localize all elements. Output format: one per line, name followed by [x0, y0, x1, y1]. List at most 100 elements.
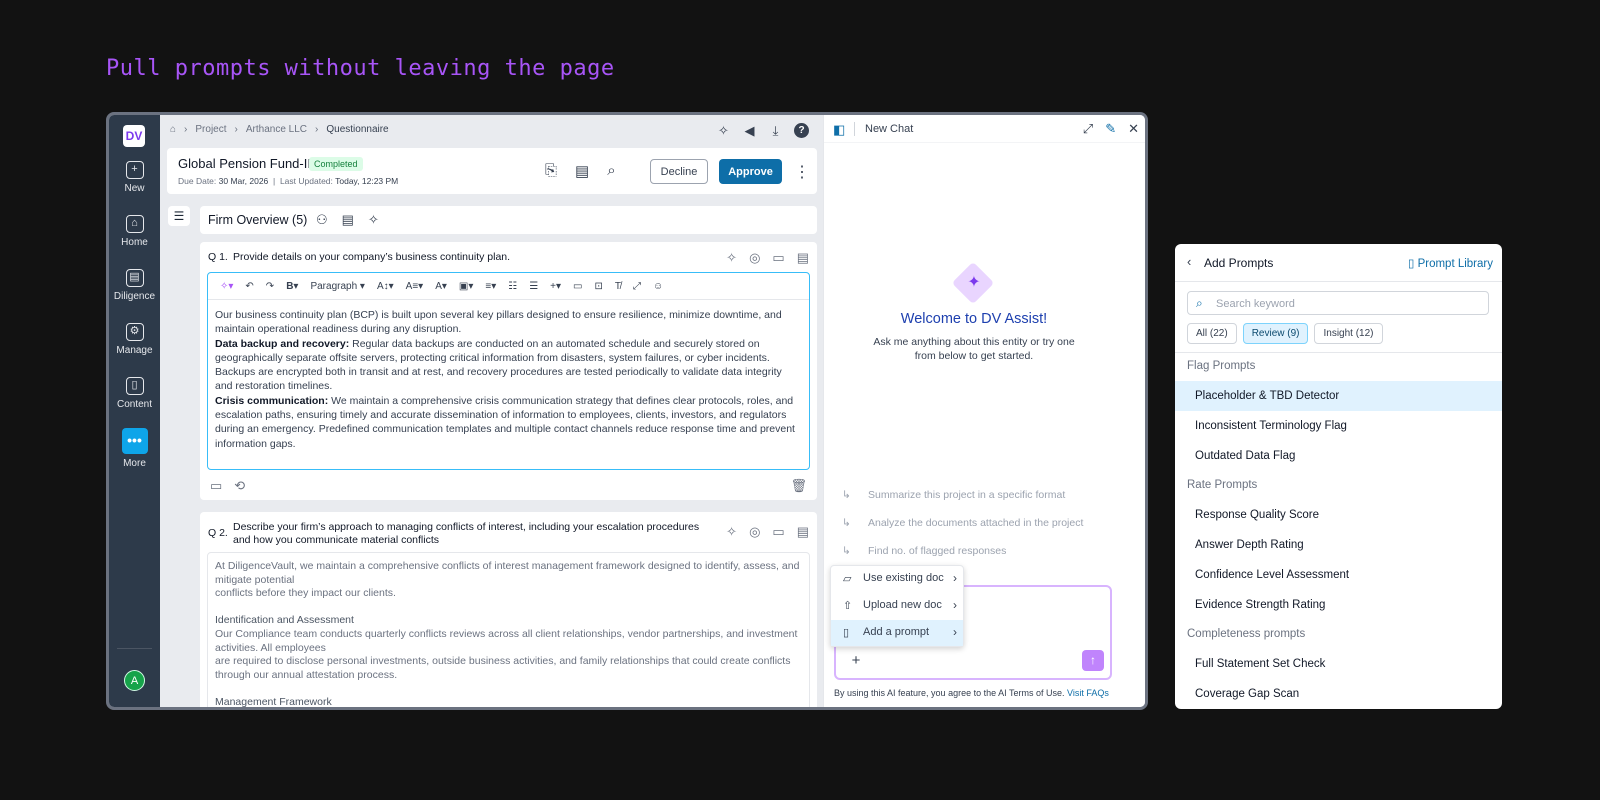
text-color-icon[interactable]: A▾ [435, 281, 447, 292]
feedback-icon[interactable]: ✎ [1105, 121, 1116, 137]
search-input[interactable] [1216, 295, 1476, 312]
prompt-item[interactable]: Full Statement Set Check [1175, 649, 1502, 679]
redo-icon[interactable]: ↷ [266, 281, 274, 292]
numbered-list-icon[interactable]: ☰ [529, 281, 538, 292]
prompt-item[interactable]: Answer Depth Rating [1175, 530, 1502, 560]
note-icon[interactable]: ▤ [797, 524, 809, 540]
answer-label-backup: Data backup and recovery: [215, 337, 350, 350]
help-icon[interactable]: ? [794, 123, 809, 138]
align-icon[interactable]: ≡▾ [485, 281, 496, 292]
answer-text[interactable]: At DiligenceVault, we maintain a compreh… [207, 552, 810, 707]
chip-all[interactable]: All (22) [1187, 323, 1237, 344]
question-number: Q 1. [208, 251, 228, 263]
bold-icon[interactable]: B▾ [286, 281, 298, 292]
approve-button[interactable]: Approve [719, 159, 782, 184]
outline-toggle-icon[interactable]: ☰ [168, 206, 190, 226]
notes-icon[interactable]: ▤ [342, 212, 354, 228]
app-logo[interactable]: DV [123, 125, 145, 147]
rail-item-new[interactable]: + New [109, 161, 160, 194]
paragraph-select[interactable]: Paragraph ▾ [310, 281, 365, 292]
more-icon: ••• [121, 428, 148, 454]
home-icon[interactable]: ⌂ [170, 124, 176, 135]
fullscreen-icon[interactable]: ⤢ [633, 281, 641, 292]
embed-icon[interactable]: ⊡ [594, 281, 602, 292]
ai-document-icon[interactable]: ⎘ [545, 162, 557, 180]
rail-item-diligence[interactable]: ▤ Diligence [109, 269, 160, 302]
trash-icon[interactable]: 🗑 [790, 478, 807, 494]
note-icon[interactable]: ▤ [797, 250, 809, 266]
font-size-icon[interactable]: A↕▾ [377, 281, 394, 292]
chip-review[interactable]: Review (9) [1242, 323, 1309, 344]
insert-icon[interactable]: +▾ [550, 281, 561, 292]
prompt-item[interactable]: Response Quality Score [1175, 500, 1502, 530]
rail-item-content[interactable]: ▯ Content [109, 377, 160, 410]
clear-format-icon[interactable]: T̸ [615, 281, 621, 292]
notes-icon[interactable]: ▤ [575, 162, 589, 180]
question-actions: ✧ ◎ ▭ ▤ [726, 250, 809, 266]
ai-sparkle-icon[interactable]: ✧ [726, 250, 737, 266]
accessibility-icon[interactable]: ☺ [653, 281, 663, 292]
menu-item-upload-new-doc[interactable]: ⇧ Upload new doc › [831, 593, 963, 619]
decline-button[interactable]: Decline [650, 159, 708, 184]
prompt-item[interactable]: Confidence Level Assessment [1175, 560, 1502, 590]
prompt-item[interactable]: Inconsistent Terminology Flag [1175, 411, 1502, 441]
avatar[interactable]: A [124, 670, 145, 691]
kebab-menu-icon[interactable]: ⋮ [794, 162, 810, 182]
ai-sparkle-icon[interactable]: ✧▾ [220, 281, 233, 292]
announcement-icon[interactable]: ◀ [742, 123, 757, 138]
editor-toolbar: ✧▾ ↶ ↷ B▾ Paragraph ▾ A↕▾ A≡▾ A▾ ▣▾ ≡▾ ☷… [208, 273, 809, 300]
comment-icon[interactable]: ▭ [772, 524, 784, 540]
undo-icon[interactable]: ↶ [245, 281, 253, 292]
prompt-library-link[interactable]: ▯ Prompt Library [1408, 256, 1493, 270]
ai-sparkle-icon[interactable]: ✧ [368, 212, 379, 228]
menu-item-use-existing-doc[interactable]: ▱ Use existing doc › [831, 566, 963, 592]
line-height-icon[interactable]: A≡▾ [406, 281, 424, 292]
comment-icon[interactable]: ▭ [573, 281, 582, 292]
history-icon[interactable]: ⟲ [234, 478, 245, 494]
rail-item-more[interactable]: ••• More [109, 428, 160, 469]
attach-plus-icon[interactable]: + [847, 652, 865, 670]
breadcrumb-project[interactable]: Project [195, 124, 226, 135]
prompts-title: Add Prompts [1204, 256, 1274, 270]
download-icon[interactable]: ⤓ [768, 123, 783, 138]
chip-insight[interactable]: Insight (12) [1314, 323, 1383, 344]
ai-sparkle-icon[interactable]: ✧ [716, 123, 731, 138]
ai-sparkle-icon[interactable]: ✧ [726, 524, 737, 540]
comment-icon[interactable]: ▭ [772, 250, 784, 266]
prompt-list: Flag Prompts Placeholder & TBD Detector … [1175, 352, 1502, 709]
prompt-item[interactable]: Outdated Data Flag [1175, 441, 1502, 471]
rail-label-manage: Manage [116, 345, 153, 356]
suggestion-item[interactable]: ↳ Analyze the documents attached in the p… [842, 517, 1083, 529]
faq-link[interactable]: Visit FAQs [1067, 688, 1109, 698]
back-chevron-icon[interactable]: ‹ [1187, 254, 1191, 269]
rail-item-home[interactable]: ⌂ Home [109, 215, 160, 248]
prompt-item[interactable]: Placeholder & TBD Detector [1175, 381, 1502, 411]
prompt-item[interactable]: Coverage Gap Scan [1175, 679, 1502, 709]
filter-chips: All (22) Review (9) Insight (12) [1187, 323, 1383, 344]
assign-icon[interactable]: ◎ [749, 524, 760, 540]
upload-icon: ⇧ [843, 600, 853, 612]
highlight-icon[interactable]: ▣▾ [459, 281, 473, 292]
search-icon[interactable]: ⌕ [607, 162, 615, 180]
expand-icon[interactable]: ⤢ [1083, 121, 1093, 137]
suggestion-text: Analyze the documents attached in the pr… [868, 517, 1084, 529]
bullet-list-icon[interactable]: ☷ [508, 281, 517, 292]
send-button[interactable]: ↑ [1082, 650, 1104, 671]
suggestion-item[interactable]: ↳ Find no. of flagged responses [842, 545, 1006, 557]
rail-item-manage[interactable]: ⚙ Manage [109, 323, 160, 356]
updated-label: Last Updated: [279, 176, 333, 186]
prompt-item[interactable]: Evidence Strength Rating [1175, 590, 1502, 620]
answer-editor[interactable]: ✧▾ ↶ ↷ B▾ Paragraph ▾ A↕▾ A≡▾ A▾ ▣▾ ≡▾ ☷… [207, 272, 810, 470]
assign-icon[interactable]: ◎ [749, 250, 760, 266]
breadcrumb-entity[interactable]: Arthance LLC [246, 124, 307, 135]
suggestion-item[interactable]: ↳ Summarize this project in a specific fo… [842, 489, 1065, 501]
chevron-right-icon: › [234, 124, 238, 135]
comment-icon[interactable]: ▭ [210, 478, 222, 494]
prompt-search: ⌕ [1187, 291, 1489, 315]
assign-user-icon[interactable]: ⚇ [316, 212, 328, 228]
sidebar-toggle-icon[interactable]: ◧ [833, 122, 845, 138]
header-actions: ⎘ ▤ ⌕ [545, 162, 616, 180]
close-icon[interactable]: ✕ [1128, 121, 1139, 137]
chevron-right-icon: › [953, 571, 957, 585]
menu-item-add-prompt[interactable]: ▯ Add a prompt › [831, 620, 963, 646]
